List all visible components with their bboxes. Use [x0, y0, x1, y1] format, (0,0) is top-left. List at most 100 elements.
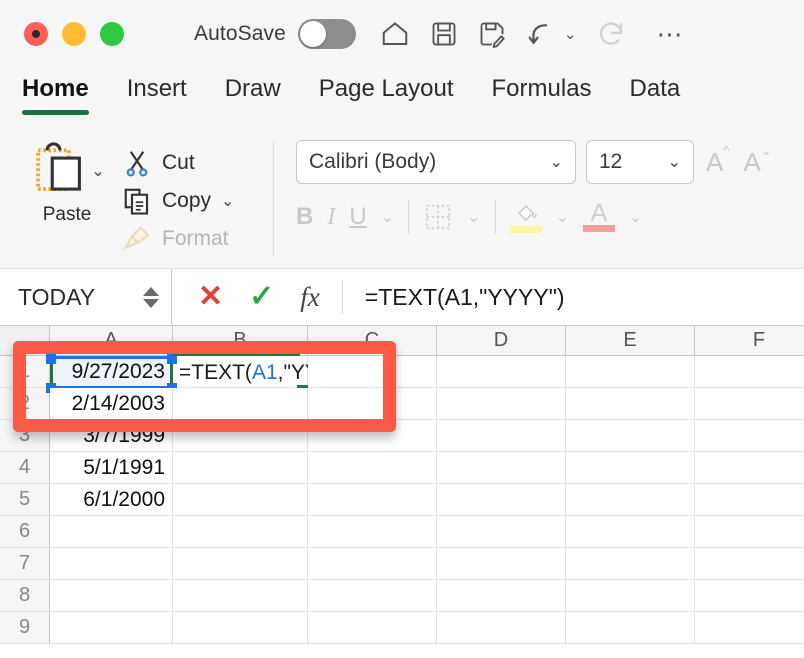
- close-window-button[interactable]: [24, 22, 48, 46]
- cell-c3[interactable]: [308, 420, 437, 451]
- cell-b2[interactable]: [173, 388, 308, 419]
- cell-c7[interactable]: [308, 548, 437, 579]
- cell-c4[interactable]: [308, 452, 437, 483]
- name-box-spinner[interactable]: [143, 286, 159, 308]
- borders-dropdown-icon[interactable]: ⌄: [467, 207, 480, 227]
- cell-e2[interactable]: [566, 388, 695, 419]
- cell-f3[interactable]: [695, 420, 804, 451]
- cell-e1[interactable]: [566, 356, 695, 387]
- cell-b4[interactable]: [173, 452, 308, 483]
- accept-formula-icon[interactable]: ✓: [249, 282, 274, 312]
- row-header-6[interactable]: 6: [0, 516, 50, 547]
- cell-e3[interactable]: [566, 420, 695, 451]
- row-header-8[interactable]: 8: [0, 580, 50, 611]
- fill-color-button[interactable]: [509, 201, 542, 233]
- cell-b3[interactable]: [173, 420, 308, 451]
- minimize-window-button[interactable]: [62, 22, 86, 46]
- undo-icon[interactable]: [526, 19, 556, 49]
- cell-a1[interactable]: 9/27/2023: [50, 356, 173, 387]
- underline-button[interactable]: U: [349, 203, 366, 231]
- cell-d9[interactable]: [437, 612, 566, 643]
- cell-f7[interactable]: [695, 548, 804, 579]
- cell-e5[interactable]: [566, 484, 695, 515]
- autosave-toggle[interactable]: [297, 19, 356, 49]
- column-header-b[interactable]: B: [173, 326, 308, 355]
- cell-b5[interactable]: [173, 484, 308, 515]
- cell-d5[interactable]: [437, 484, 566, 515]
- cancel-formula-icon[interactable]: ✕: [198, 282, 223, 312]
- underline-dropdown-icon[interactable]: ⌄: [381, 207, 394, 227]
- cell-a4[interactable]: 5/1/1991: [50, 452, 173, 483]
- spinner-up-icon[interactable]: [143, 286, 159, 296]
- formula-input[interactable]: =TEXT(A1,"YYYY"): [343, 284, 565, 311]
- column-header-e[interactable]: E: [566, 326, 695, 355]
- column-header-c[interactable]: C: [308, 326, 437, 355]
- cell-a8[interactable]: [50, 580, 173, 611]
- more-options-icon[interactable]: ⋯: [656, 21, 684, 47]
- maximize-window-button[interactable]: [100, 22, 124, 46]
- undo-dropdown-icon[interactable]: ⌄: [564, 25, 577, 43]
- row-header-2[interactable]: 2: [0, 388, 50, 419]
- cell-c6[interactable]: [308, 516, 437, 547]
- chevron-down-icon[interactable]: ⌄: [550, 152, 563, 172]
- cell-c1[interactable]: [308, 356, 437, 387]
- cell-f9[interactable]: [695, 612, 804, 643]
- row-header-7[interactable]: 7: [0, 548, 50, 579]
- insert-function-icon[interactable]: fx: [300, 282, 320, 313]
- cell-b9[interactable]: [173, 612, 308, 643]
- cell-d4[interactable]: [437, 452, 566, 483]
- cell-d2[interactable]: [437, 388, 566, 419]
- spinner-down-icon[interactable]: [143, 298, 159, 308]
- home-icon[interactable]: [380, 19, 410, 49]
- italic-button[interactable]: I: [327, 204, 335, 231]
- fill-color-dropdown-icon[interactable]: ⌄: [556, 207, 569, 227]
- cell-f1[interactable]: [695, 356, 804, 387]
- name-box[interactable]: TODAY: [0, 269, 172, 325]
- row-header-3[interactable]: 3: [0, 420, 50, 451]
- cell-e6[interactable]: [566, 516, 695, 547]
- font-color-button[interactable]: A: [582, 201, 615, 232]
- cell-b7[interactable]: [173, 548, 308, 579]
- increase-font-size-button[interactable]: A^: [704, 143, 731, 178]
- cell-d8[interactable]: [437, 580, 566, 611]
- tab-page-layout[interactable]: Page Layout: [319, 69, 454, 103]
- copy-dropdown-icon[interactable]: ⌄: [221, 191, 234, 211]
- cell-e7[interactable]: [566, 548, 695, 579]
- tab-data[interactable]: Data: [630, 69, 681, 103]
- cell-d6[interactable]: [437, 516, 566, 547]
- font-size-combobox[interactable]: 12 ⌄: [586, 140, 694, 184]
- font-color-dropdown-icon[interactable]: ⌄: [629, 207, 642, 227]
- cell-b6[interactable]: [173, 516, 308, 547]
- decrease-font-size-button[interactable]: A⌄: [741, 143, 773, 178]
- cell-b1-editing[interactable]: =TEXT(A1,"YYYY"): [173, 356, 365, 387]
- chevron-down-icon[interactable]: ⌄: [668, 152, 681, 172]
- cell-e9[interactable]: [566, 612, 695, 643]
- cell-f2[interactable]: [695, 388, 804, 419]
- paste-button[interactable]: ⌄ Paste: [12, 132, 122, 265]
- cell-b8[interactable]: [173, 580, 308, 611]
- row-header-5[interactable]: 5: [0, 484, 50, 515]
- cell-a3[interactable]: 3/7/1999: [50, 420, 173, 451]
- row-header-9[interactable]: 9: [0, 612, 50, 643]
- cell-a7[interactable]: [50, 548, 173, 579]
- copy-button[interactable]: Copy ⌄: [122, 182, 234, 220]
- cell-f8[interactable]: [695, 580, 804, 611]
- bold-button[interactable]: B: [296, 203, 313, 231]
- cell-c8[interactable]: [308, 580, 437, 611]
- cell-d3[interactable]: [437, 420, 566, 451]
- cell-c9[interactable]: [308, 612, 437, 643]
- paste-dropdown-icon[interactable]: ⌄: [91, 161, 104, 181]
- save-icon[interactable]: [430, 20, 458, 48]
- cell-a9[interactable]: [50, 612, 173, 643]
- column-header-f[interactable]: F: [695, 326, 804, 355]
- cell-f5[interactable]: [695, 484, 804, 515]
- column-header-d[interactable]: D: [437, 326, 566, 355]
- save-as-icon[interactable]: [478, 20, 506, 48]
- row-header-4[interactable]: 4: [0, 452, 50, 483]
- cell-d1[interactable]: [437, 356, 566, 387]
- cell-c2[interactable]: [308, 388, 437, 419]
- cell-f4[interactable]: [695, 452, 804, 483]
- tab-home[interactable]: Home: [22, 69, 89, 115]
- borders-icon[interactable]: [423, 202, 453, 232]
- column-header-a[interactable]: A: [50, 326, 173, 355]
